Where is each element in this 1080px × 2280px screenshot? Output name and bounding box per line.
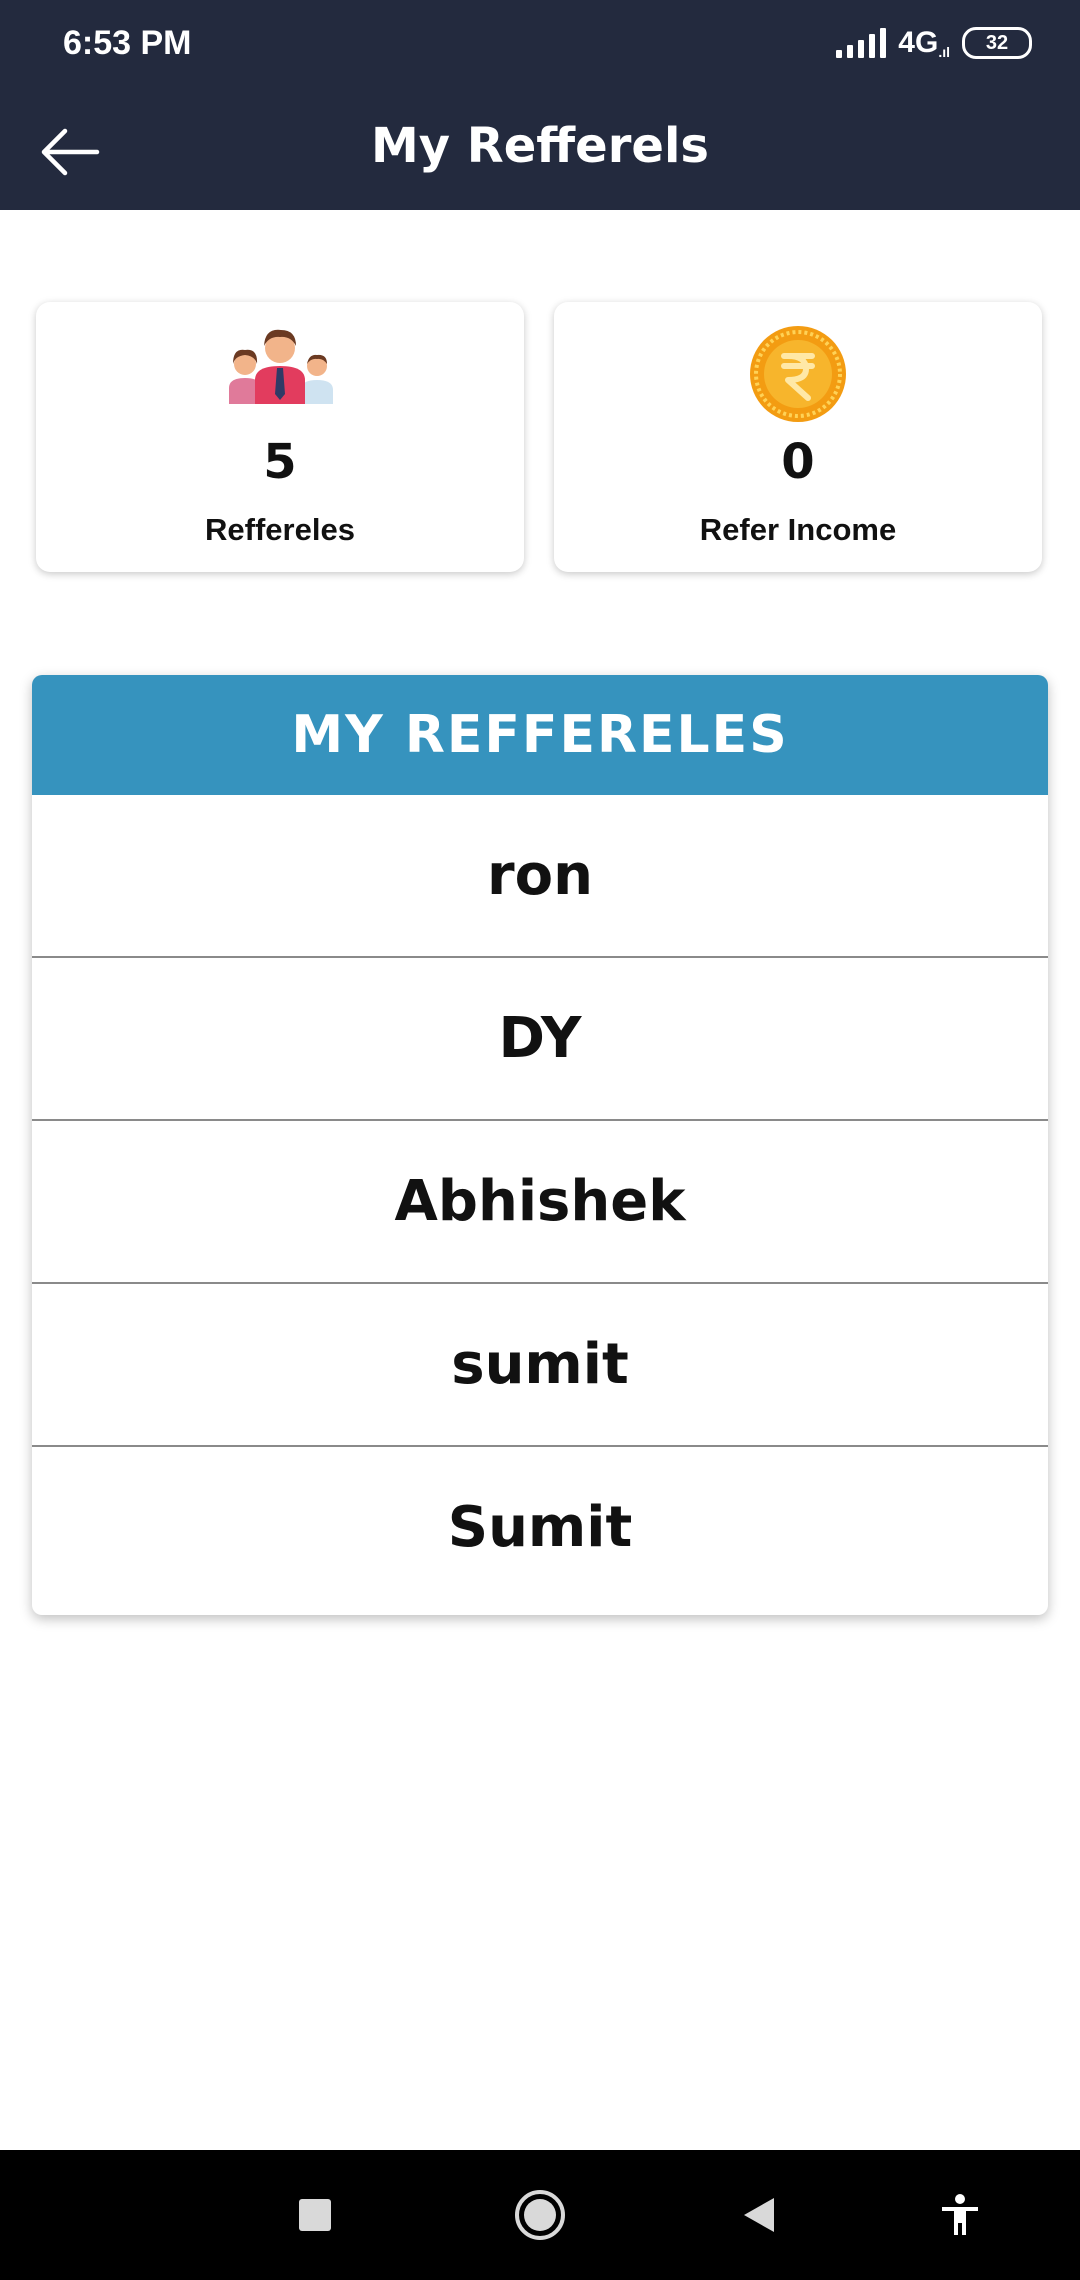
referral-list-header: MY REFFERELES: [32, 675, 1048, 795]
battery-icon: 32: [962, 27, 1032, 59]
referral-list-item[interactable]: sumit: [32, 1284, 1048, 1447]
referral-list-item[interactable]: Sumit: [32, 1447, 1048, 1608]
status-indicators: 4G.ıl 32: [836, 26, 1032, 60]
referrals-count-card[interactable]: 5 Reffereles: [36, 302, 524, 572]
referral-list-item[interactable]: Abhishek: [32, 1121, 1048, 1284]
refer-income-card[interactable]: 0 Refer Income: [554, 302, 1042, 572]
battery-level: 32: [985, 31, 1009, 54]
network-type: 4G.ıl: [898, 26, 950, 60]
app-bar: My Refferels: [0, 96, 1080, 210]
signal-icon: [836, 28, 887, 58]
status-bar: 6:53 PM 4G.ıl 32: [0, 0, 1080, 96]
refer-income-label: Refer Income: [699, 512, 897, 547]
referrals-count: 5: [263, 434, 297, 490]
page-title: My Refferels: [371, 118, 709, 174]
referral-list-item[interactable]: DY: [32, 958, 1048, 1121]
refer-income-value: 0: [781, 434, 815, 490]
referrals-count-label: Reffereles: [205, 512, 355, 547]
home-circle-icon[interactable]: [505, 2180, 575, 2250]
rupee-coin-icon: [554, 324, 1042, 424]
status-time: 6:53 PM: [63, 24, 192, 62]
accessibility-icon[interactable]: [925, 2180, 995, 2250]
referral-list-item[interactable]: ron: [32, 795, 1048, 958]
recents-square-icon[interactable]: [280, 2180, 350, 2250]
system-nav-bar: [0, 2150, 1080, 2280]
back-triangle-icon[interactable]: [725, 2180, 795, 2250]
referral-list-panel: MY REFFERELES ron DY Abhishek sumit Sumi…: [32, 675, 1048, 1615]
people-group-icon: [36, 324, 524, 424]
